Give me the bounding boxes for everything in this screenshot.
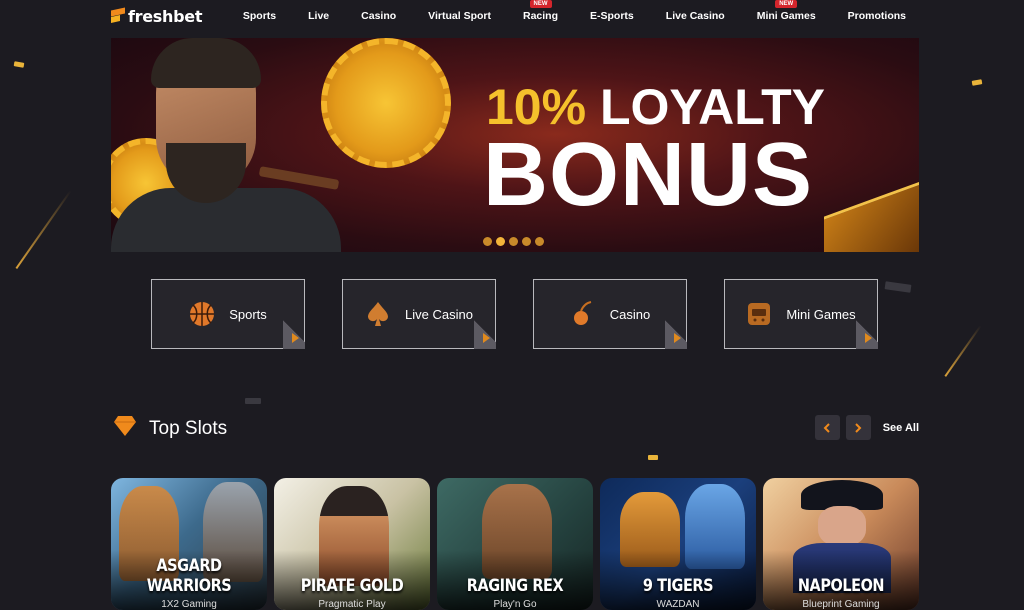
logo-mark-icon <box>111 9 125 25</box>
nav-item-promotions[interactable]: Promotions <box>832 10 906 22</box>
top-slots-header: Top Slots <box>113 415 227 442</box>
category-live-casino[interactable]: Live Casino <box>342 279 496 349</box>
corner-arrow-icon <box>856 313 878 349</box>
chevron-left-icon <box>823 422 830 433</box>
carousel-dot[interactable] <box>522 237 531 246</box>
category-label: Live Casino <box>405 306 473 322</box>
slot-name: PIRATE GOLD <box>300 576 404 596</box>
nav-label: Sports <box>242 10 277 22</box>
slot-provider: Blueprint Gaming <box>802 599 880 610</box>
next-button[interactable] <box>845 415 871 440</box>
confetti-decoration <box>245 398 261 404</box>
slot-card[interactable]: RAGING REX Play'n Go <box>437 478 593 610</box>
new-badge: NEW <box>775 0 798 8</box>
brand-logo[interactable]: freshbet <box>111 7 202 26</box>
slot-name: ASGARD WARRIORS <box>146 556 232 596</box>
chevron-right-icon <box>855 422 862 433</box>
corner-arrow-icon <box>474 313 496 349</box>
confetti-decoration <box>648 455 658 460</box>
confetti-decoration <box>884 281 912 293</box>
banner-character <box>111 38 341 252</box>
banner-subheadline: BONUS <box>483 125 814 225</box>
corner-arrow-icon <box>665 313 687 349</box>
diamond-icon <box>113 415 137 442</box>
slot-provider: WAZDAN <box>656 599 700 610</box>
carousel-dot[interactable] <box>483 237 492 246</box>
prev-button[interactable] <box>814 415 840 440</box>
basketball-icon <box>189 301 215 327</box>
nav-item-e-sports[interactable]: E-Sports <box>574 10 650 22</box>
slot-card[interactable]: ASGARD WARRIORS 1X2 Gaming <box>111 478 267 610</box>
nav-label: Mini Games <box>756 10 816 22</box>
carousel-dot[interactable] <box>535 237 544 246</box>
confetti-decoration <box>971 79 983 86</box>
streak-decoration <box>944 325 982 377</box>
category-mini-games[interactable]: Mini Games <box>724 279 878 349</box>
slot-name: 9 TIGERS <box>642 576 714 596</box>
see-all-link[interactable]: See All <box>883 422 919 434</box>
new-badge: NEW <box>529 0 552 8</box>
slot-machine-icon <box>746 301 772 327</box>
nav-item-sports[interactable]: Sports <box>227 10 292 22</box>
slot-name: NAPOLEON <box>797 576 885 596</box>
category-casino[interactable]: Casino <box>533 279 687 349</box>
carousel-dots <box>483 237 544 246</box>
slot-name: RAGING REX <box>466 576 564 596</box>
category-tiles: Sports Live Casino Casino Mini Games <box>151 279 879 349</box>
nav-label: Promotions <box>847 10 906 22</box>
slot-provider: Pragmatic Play <box>318 599 386 610</box>
carousel-dot[interactable] <box>509 237 518 246</box>
slot-provider: Play'n Go <box>493 599 537 610</box>
corner-arrow-icon <box>283 313 305 349</box>
confetti-decoration <box>13 61 25 68</box>
nav-label: Virtual Sport <box>428 10 491 22</box>
nav-item-racing[interactable]: NEW Racing <box>507 0 574 22</box>
slot-card[interactable]: 9 TIGERS WAZDAN <box>600 478 756 610</box>
slot-card[interactable]: PIRATE GOLD Pragmatic Play <box>274 478 430 610</box>
nav-label: Live Casino <box>665 10 725 22</box>
nav-item-live[interactable]: Live <box>292 10 345 22</box>
slots-controls: See All <box>814 415 919 440</box>
promo-banner[interactable]: 10% LOYALTY BONUS <box>111 38 919 252</box>
treasure-chest-icon <box>824 182 919 252</box>
nav-item-live-casino[interactable]: Live Casino <box>650 10 741 22</box>
nav-item-virtual-sport[interactable]: Virtual Sport <box>412 10 507 22</box>
nav-item-mini-games[interactable]: NEW Mini Games <box>741 0 832 22</box>
slot-card[interactable]: NAPOLEON Blueprint Gaming <box>763 478 919 610</box>
category-label: Casino <box>609 306 651 322</box>
nav-label: E-Sports <box>590 10 634 22</box>
spade-icon <box>365 301 391 327</box>
nav-label: Live <box>308 10 330 22</box>
cigar <box>258 166 340 190</box>
brand-name: freshbet <box>128 7 203 26</box>
category-label: Sports <box>229 306 267 322</box>
nav-label: Casino <box>361 10 397 22</box>
nav-item-casino[interactable]: Casino <box>345 10 412 22</box>
main-nav: Sports Live Casino Virtual Sport NEW Rac… <box>227 0 906 22</box>
carousel-dot-active[interactable] <box>496 237 505 246</box>
nav-label: Racing <box>523 10 559 22</box>
slot-provider: 1X2 Gaming <box>161 599 217 610</box>
cherry-icon <box>570 301 596 327</box>
character-hair <box>151 38 261 88</box>
section-title: Top Slots <box>149 417 228 439</box>
category-label: Mini Games <box>786 306 856 322</box>
top-header: freshbet Sports Live Casino Virtual Spor… <box>0 0 1024 34</box>
napoleon-figure <box>818 506 866 546</box>
category-sports[interactable]: Sports <box>151 279 305 349</box>
streak-decoration <box>15 190 72 269</box>
